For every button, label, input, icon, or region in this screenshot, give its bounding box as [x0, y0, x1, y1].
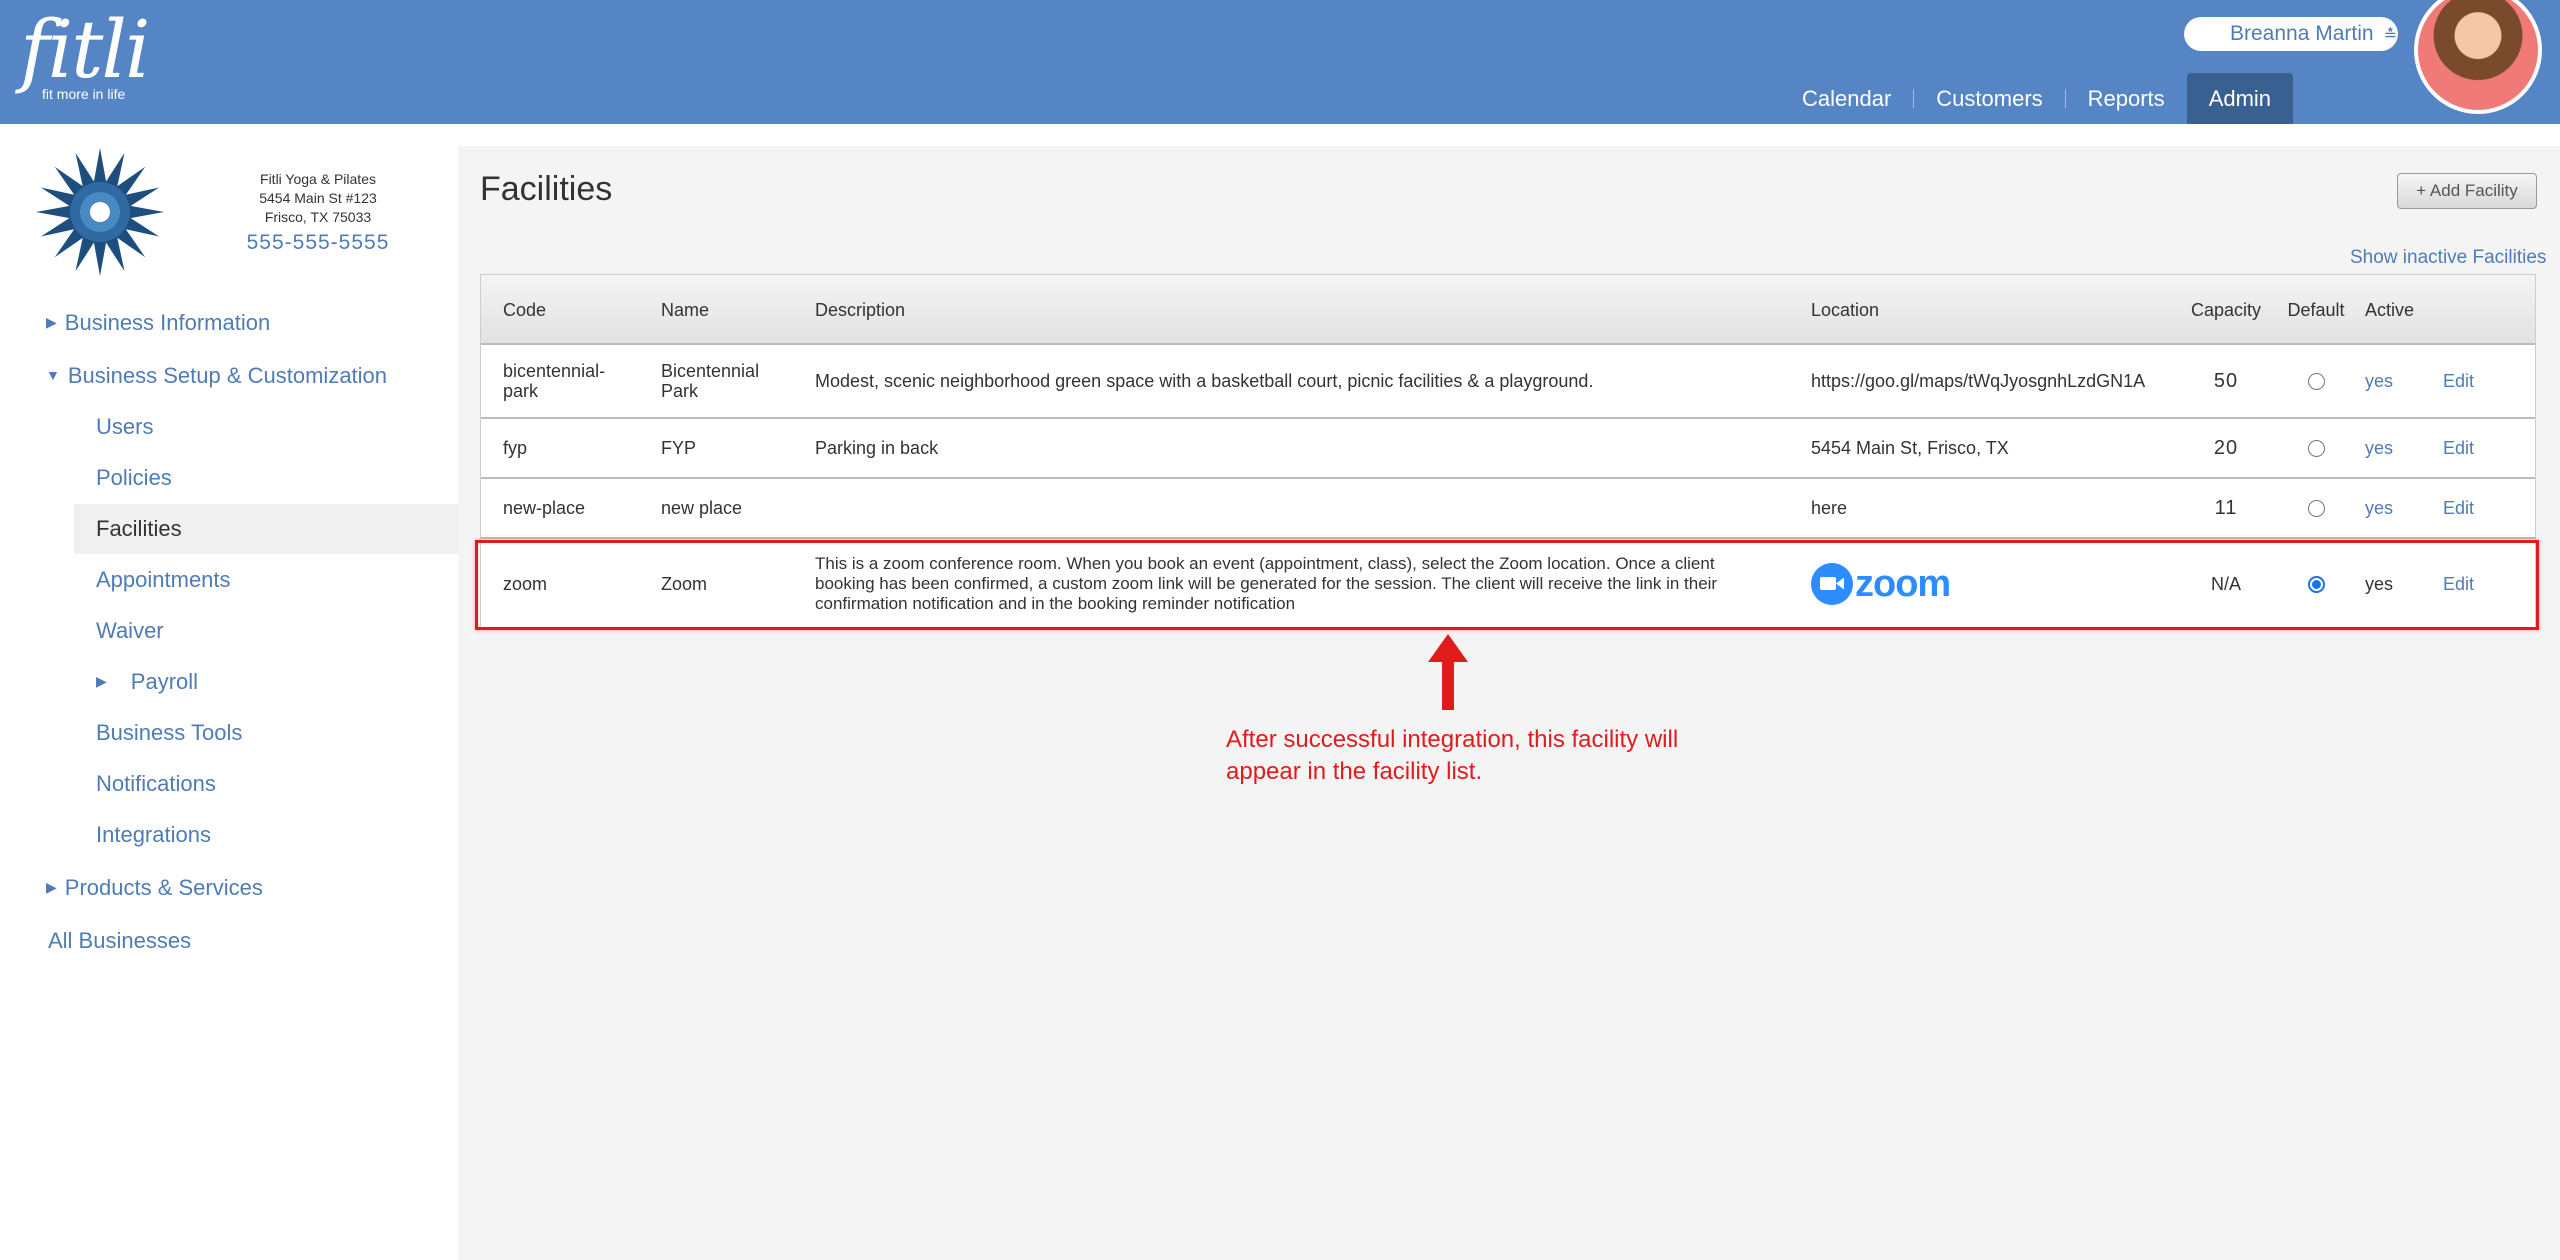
cell-capacity: 11 [2214, 497, 2238, 519]
caret-right-icon: ▶ [96, 673, 107, 689]
default-radio[interactable] [2307, 439, 2325, 457]
page-title: Facilities [480, 170, 613, 208]
column-header-default: Default [2287, 300, 2345, 320]
business-logo [36, 148, 164, 276]
sidebar-item-label: Products & Services [64, 875, 263, 900]
sidebar-item-facilities[interactable]: Facilities [96, 516, 182, 542]
nav-customers[interactable]: Customers [1914, 73, 2064, 124]
column-header-active: Active [2365, 300, 2415, 320]
chevron-down-icon: ≛ [2383, 27, 2397, 44]
fitli-logo[interactable]: fitli fit more in life [20, 3, 151, 103]
nav-admin[interactable]: Admin [2186, 73, 2294, 124]
table-header: Code Name Description Location Capacity … [481, 275, 2535, 345]
arrow-up-icon [1428, 634, 1468, 710]
main-nav: Calendar Customers Reports Admin [1780, 73, 2294, 124]
sidebar-item-products-services[interactable]: ▶ Products & Services [46, 875, 263, 901]
cell-default [2281, 419, 2351, 477]
caret-right-icon: ▶ [46, 314, 57, 330]
default-radio[interactable] [2307, 499, 2325, 517]
sidebar-item-label: Business Information [64, 310, 271, 335]
top-header: fitli fit more in life Breanna Martin ≛ C… [0, 0, 2560, 124]
business-info: Fitli Yoga & Pilates 5454 Main St #123 F… [228, 170, 408, 254]
caret-right-icon: ▶ [46, 879, 57, 895]
column-header-description: Description [815, 300, 906, 320]
cell-location: https://goo.gl/maps/tWqJyosgnhLzdGN1A [1811, 371, 2146, 391]
cell-location: 5454 Main St, Frisco, TX [1811, 438, 2009, 458]
highlight-box [475, 540, 2539, 630]
add-facility-button[interactable]: + Add Facility [2397, 173, 2537, 209]
active-toggle-link[interactable]: yes [2365, 479, 2425, 537]
sidebar-item-waiver[interactable]: Waiver [96, 618, 164, 644]
column-header-location: Location [1811, 300, 1880, 320]
column-header-capacity: Capacity [2190, 300, 2262, 320]
nav-calendar[interactable]: Calendar [1780, 73, 1913, 124]
sidebar-item-policies[interactable]: Policies [96, 465, 172, 491]
cell-capacity: 20 [2213, 437, 2239, 459]
edit-link[interactable]: Edit [2443, 479, 2503, 537]
default-radio[interactable] [2307, 372, 2325, 390]
business-address-line2: Frisco, TX 75033 [264, 209, 372, 225]
cell-code: new-place [503, 498, 586, 518]
cell-location: here [1811, 498, 1848, 518]
column-header-name: Name [661, 300, 710, 320]
sidebar-item-business-information[interactable]: ▶ Business Information [46, 310, 270, 336]
edit-link[interactable]: Edit [2443, 345, 2503, 417]
sidebar-item-all-businesses[interactable]: All Businesses [48, 928, 191, 954]
sidebar-item-label: Business Setup & Customization [67, 363, 388, 388]
caret-down-icon: ▼ [46, 367, 60, 383]
active-toggle-link[interactable]: yes [2365, 345, 2425, 417]
business-name: Fitli Yoga & Pilates [260, 171, 376, 187]
user-name: Breanna Martin [2230, 22, 2374, 45]
business-address-line1: 5454 Main St #123 [259, 190, 377, 206]
logo-wordmark: fitli [20, 3, 151, 96]
edit-link[interactable]: Edit [2443, 419, 2503, 477]
active-toggle-link[interactable]: yes [2365, 419, 2425, 477]
show-inactive-link[interactable]: Show inactive Facilities [2350, 247, 2546, 269]
sidebar-item-payroll[interactable]: ▶ Payroll [96, 669, 198, 695]
cell-code: bicentennial-park [503, 361, 606, 401]
sidebar-item-label: Payroll [130, 669, 199, 694]
cell-description: Modest, scenic neighborhood green space … [815, 371, 1594, 391]
table-row: bicentennial-park Bicentennial Park Mode… [481, 345, 2535, 419]
cell-default [2281, 345, 2351, 417]
business-phone: 555-555-5555 [246, 231, 390, 254]
sidebar-item-notifications[interactable]: Notifications [96, 771, 216, 797]
sidebar-item-users[interactable]: Users [96, 414, 153, 440]
cell-code: fyp [503, 438, 528, 458]
table-row: fyp FYP Parking in back 5454 Main St, Fr… [481, 419, 2535, 479]
main-panel: Facilities + Add Facility Show inactive … [458, 146, 2560, 1260]
cell-default [2281, 479, 2351, 537]
cell-description [815, 479, 1775, 537]
user-menu-button[interactable]: Breanna Martin ≛ [2184, 17, 2398, 51]
sidebar-item-business-tools[interactable]: Business Tools [96, 720, 242, 746]
sidebar-item-appointments[interactable]: Appointments [96, 567, 231, 593]
cell-name: Bicentennial Park [661, 361, 760, 401]
cell-capacity: 50 [2213, 370, 2239, 392]
cell-description: Parking in back [815, 438, 939, 458]
sidebar-item-integrations[interactable]: Integrations [96, 822, 211, 848]
sidebar-item-business-setup[interactable]: ▼ Business Setup & Customization [46, 363, 387, 389]
cell-name: FYP [661, 438, 697, 458]
annotation-text: After successful integration, this facil… [1226, 726, 1679, 785]
nav-reports[interactable]: Reports [2066, 73, 2187, 124]
column-header-code: Code [503, 300, 547, 320]
cell-name: new place [661, 498, 743, 518]
table-row: new-place new place here 11 yes Edit [481, 479, 2535, 539]
